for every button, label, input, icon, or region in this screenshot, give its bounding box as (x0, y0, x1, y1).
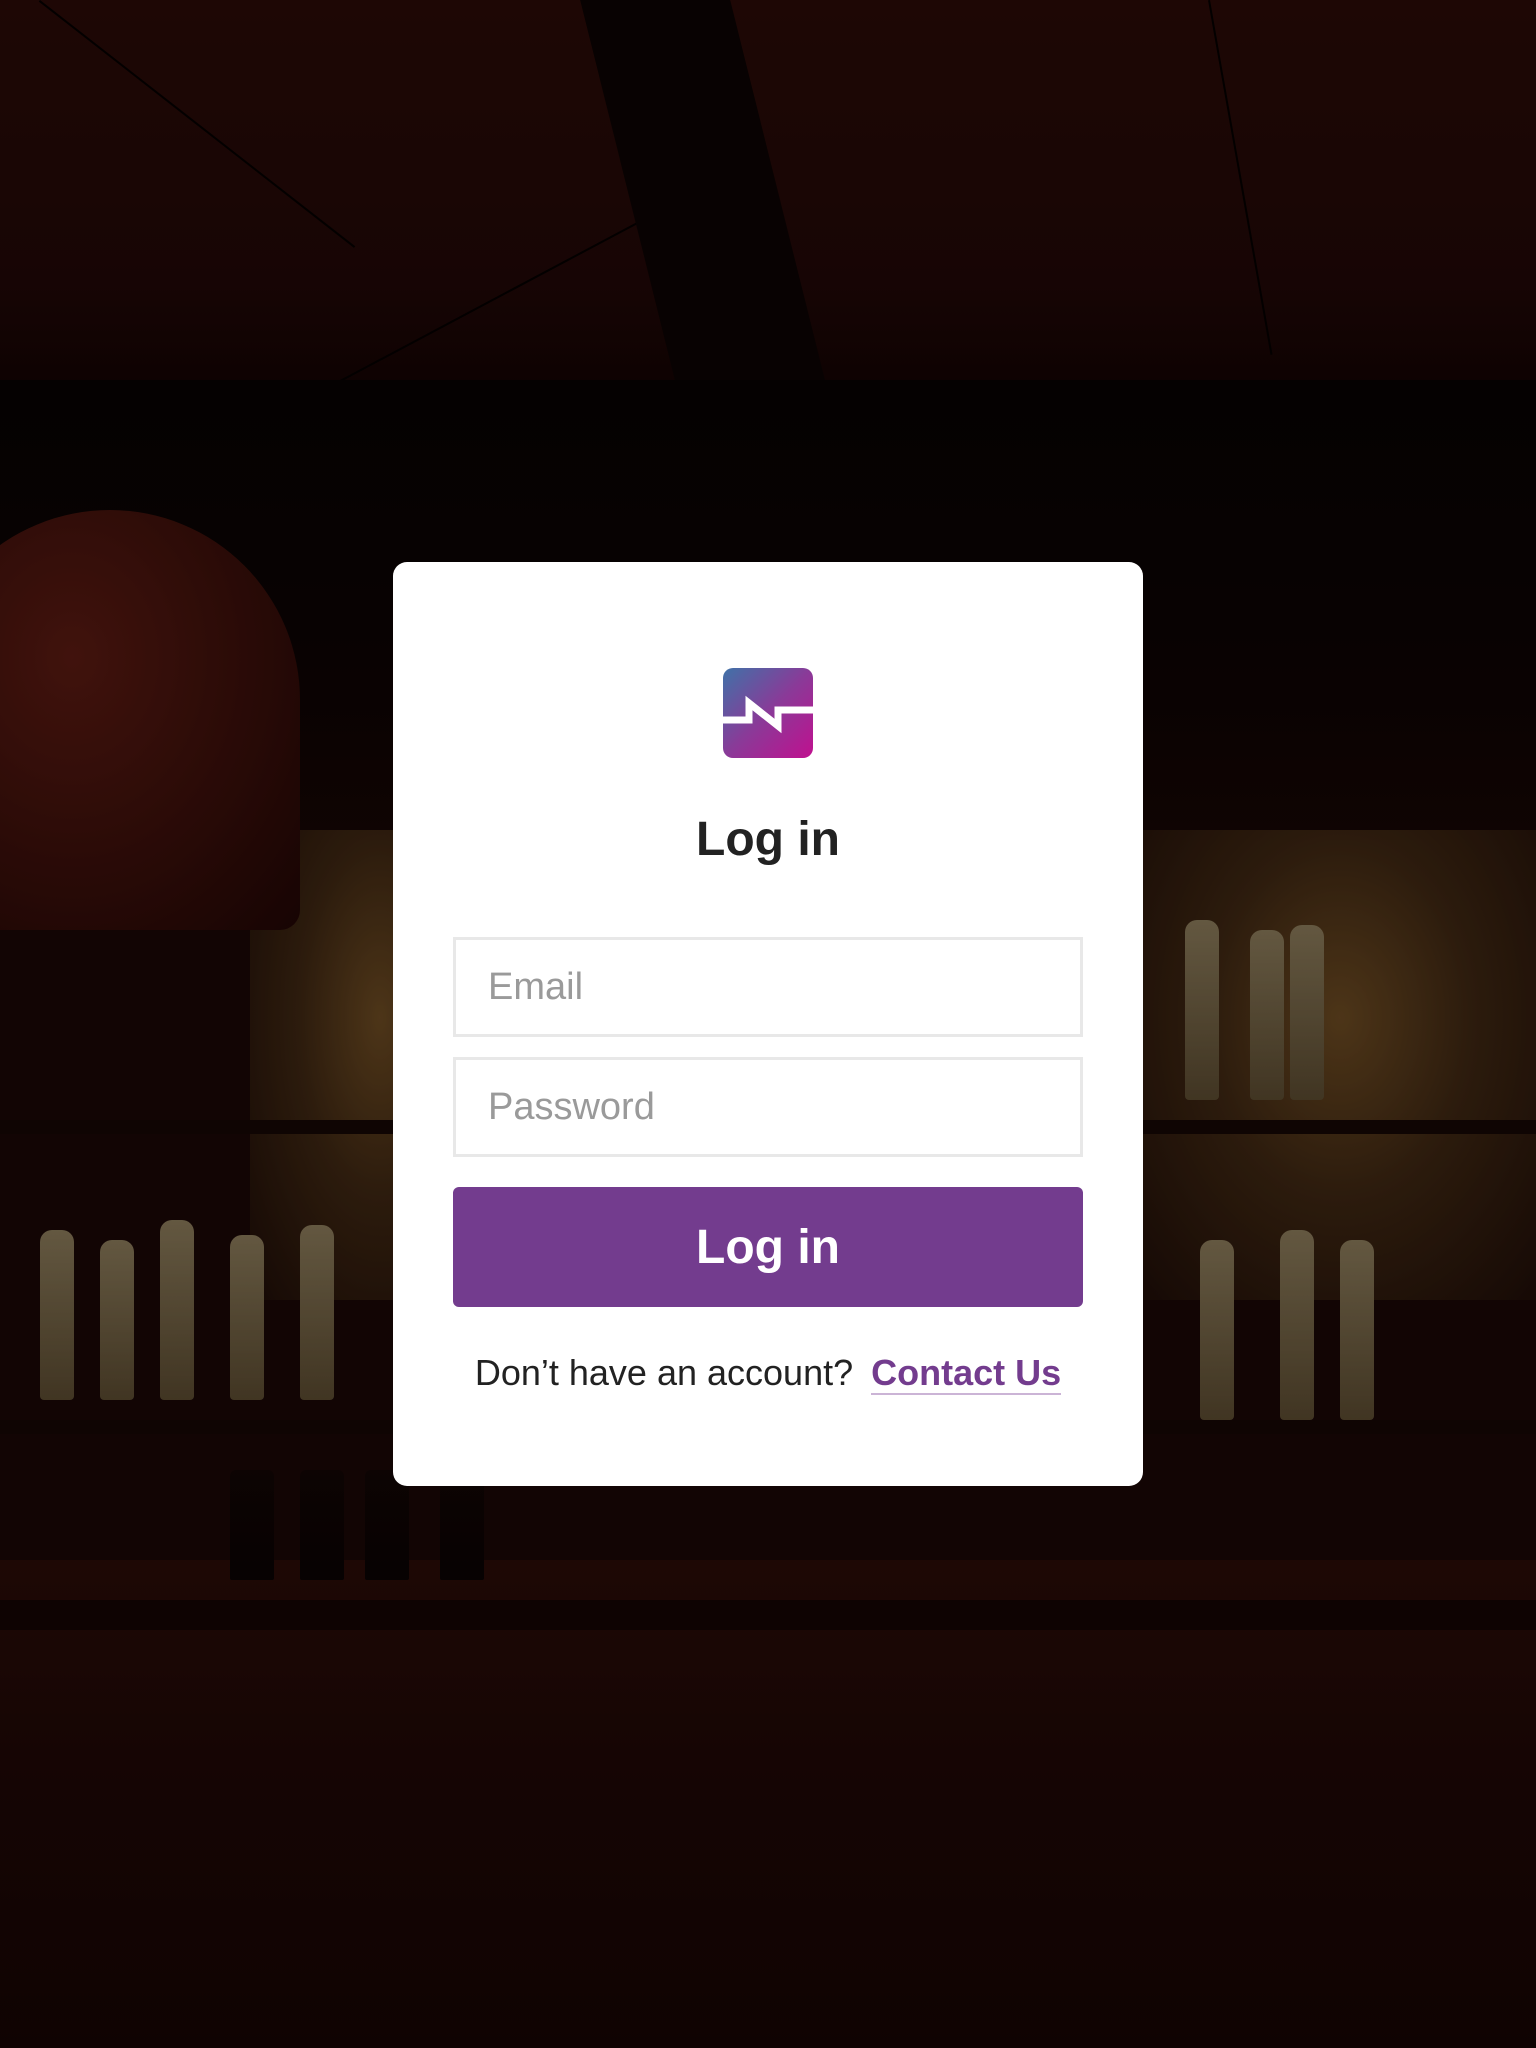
email-field[interactable] (453, 937, 1083, 1037)
login-button[interactable]: Log in (453, 1187, 1083, 1307)
signup-prompt-row: Don’t have an account? Contact Us (393, 1352, 1143, 1395)
page-title: Log in (696, 813, 840, 866)
login-card: Log in Log in Don’t have an account? Con… (393, 562, 1143, 1486)
contact-us-link[interactable]: Contact Us (871, 1352, 1062, 1395)
password-field[interactable] (453, 1057, 1083, 1157)
signup-prompt-text: Don’t have an account? (474, 1352, 854, 1393)
app-logo-icon (723, 668, 813, 758)
